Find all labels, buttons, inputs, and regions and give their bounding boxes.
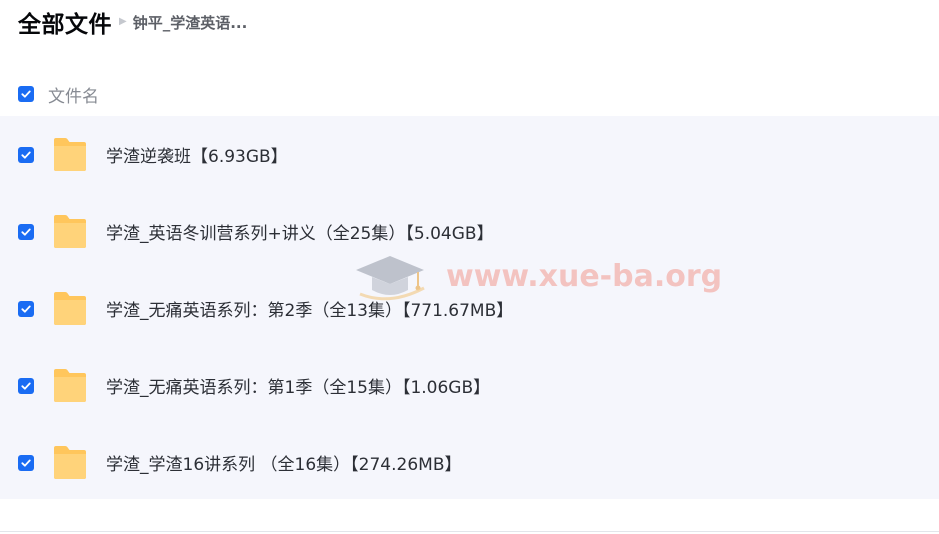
column-header: 文件名 [18,82,99,107]
file-name[interactable]: 学渣逆袭班【6.93GB】 [106,142,288,167]
breadcrumb-current-folder[interactable]: 钟平_学渣英语... [133,12,248,33]
file-browser: 全部文件 ▶ 钟平_学渣英语... 文件名 学渣逆袭班【6.93GB】 学渣_英… [0,0,939,534]
check-icon [21,305,31,313]
folder-icon [54,137,86,171]
check-icon [21,459,31,467]
folder-icon [54,445,86,479]
file-name[interactable]: 学渣_英语冬训营系列+讲义（全25集）【5.04GB】 [106,219,494,244]
check-icon [21,382,31,390]
file-name[interactable]: 学渣_无痛英语系列：第2季（全13集）【771.67MB】 [106,296,513,321]
list-item[interactable]: 学渣逆袭班【6.93GB】 [0,116,939,193]
breadcrumb-separator-icon: ▶ [119,16,127,27]
row-checkbox[interactable] [18,223,34,240]
folder-icon [54,291,86,325]
folder-icon [54,368,86,402]
file-list: 学渣逆袭班【6.93GB】 学渣_英语冬训营系列+讲义（全25集）【5.04GB… [0,116,939,499]
page-title[interactable]: 全部文件 [18,5,112,39]
list-item[interactable]: 学渣_无痛英语系列：第2季（全13集）【771.67MB】 [0,270,939,347]
divider [0,531,939,532]
row-checkbox[interactable] [18,300,34,317]
check-icon [21,151,31,159]
column-header-filename[interactable]: 文件名 [48,82,99,107]
check-icon [21,228,31,236]
select-all-checkbox[interactable] [18,86,34,102]
list-item[interactable]: 学渣_无痛英语系列：第1季（全15集）【1.06GB】 [0,347,939,424]
row-checkbox[interactable] [18,377,34,394]
row-checkbox[interactable] [18,146,34,163]
folder-icon [54,214,86,248]
check-icon [21,90,31,98]
file-name[interactable]: 学渣_学渣16讲系列 （全16集）【274.26MB】 [106,450,461,475]
row-checkbox[interactable] [18,454,34,471]
file-name[interactable]: 学渣_无痛英语系列：第1季（全15集）【1.06GB】 [106,373,490,398]
list-item[interactable]: 学渣_英语冬训营系列+讲义（全25集）【5.04GB】 [0,193,939,270]
list-item[interactable]: 学渣_学渣16讲系列 （全16集）【274.26MB】 [0,424,939,501]
breadcrumb: 全部文件 ▶ 钟平_学渣英语... [18,6,247,38]
